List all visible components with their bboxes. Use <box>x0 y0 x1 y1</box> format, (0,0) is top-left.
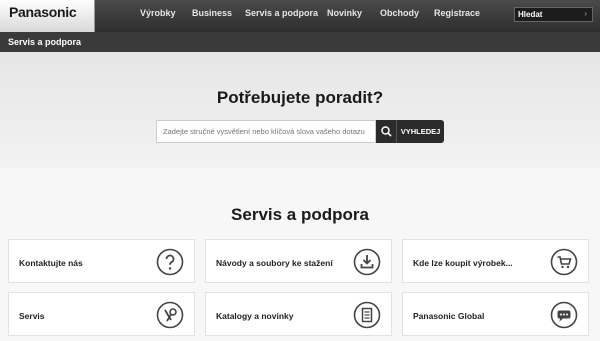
question-icon <box>156 248 184 276</box>
search-button[interactable]: VYHLEDEJ <box>397 120 444 143</box>
tools-icon <box>156 301 184 329</box>
header-search-label: Hledat <box>518 10 543 19</box>
nav-item-obchody[interactable]: Obchody <box>380 8 419 18</box>
support-search-field[interactable] <box>156 120 376 143</box>
nav-item-vyrobky[interactable]: Výrobky <box>140 8 176 18</box>
nav-item-servis[interactable]: Servis a podpora <box>245 8 318 18</box>
document-icon <box>353 301 381 329</box>
search-icon-button[interactable] <box>376 120 397 143</box>
breadcrumb-item[interactable]: Servis a podpora <box>8 37 81 47</box>
card-label: Návody a soubory ke stažení <box>216 258 333 268</box>
nav-item-registrace[interactable]: Registrace <box>434 8 480 18</box>
card-label: Kde lze koupit výrobek... <box>413 258 513 268</box>
card-panasonic-global[interactable]: Panasonic Global <box>402 292 589 336</box>
card-label: Kontaktujte nás <box>19 258 83 268</box>
card-contact[interactable]: Kontaktujte nás <box>8 239 195 283</box>
breadcrumb: Servis a podpora <box>0 32 600 52</box>
card-service[interactable]: Servis <box>8 292 195 336</box>
nav-item-novinky[interactable]: Novinky <box>327 8 362 18</box>
chevron-right-icon: › <box>584 9 587 18</box>
support-search-input[interactable] <box>157 121 375 142</box>
card-label: Panasonic Global <box>413 311 485 321</box>
cart-icon <box>550 248 578 276</box>
search-icon <box>381 126 392 137</box>
header-search[interactable]: Hledat › <box>514 7 593 22</box>
hero-title: Potřebujete poradit? <box>216 88 384 107</box>
nav-item-business[interactable]: Business <box>192 8 232 18</box>
logo[interactable]: Panasonic <box>0 0 95 32</box>
top-navigation: Panasonic Výrobky Business Servis a podp… <box>0 0 600 32</box>
download-icon <box>353 248 381 276</box>
section-title: Servis a podpora <box>231 205 369 224</box>
card-where-to-buy[interactable]: Kde lze koupit výrobek... <box>402 239 589 283</box>
card-downloads[interactable]: Návody a soubory ke stažení <box>205 239 392 283</box>
card-label: Katalogy a novinky <box>216 311 294 321</box>
hero-banner <box>0 52 600 168</box>
chat-icon <box>550 301 578 329</box>
logo-text: Panasonic <box>9 4 77 20</box>
card-label: Servis <box>19 311 45 321</box>
card-catalogs[interactable]: Katalogy a novinky <box>205 292 392 336</box>
